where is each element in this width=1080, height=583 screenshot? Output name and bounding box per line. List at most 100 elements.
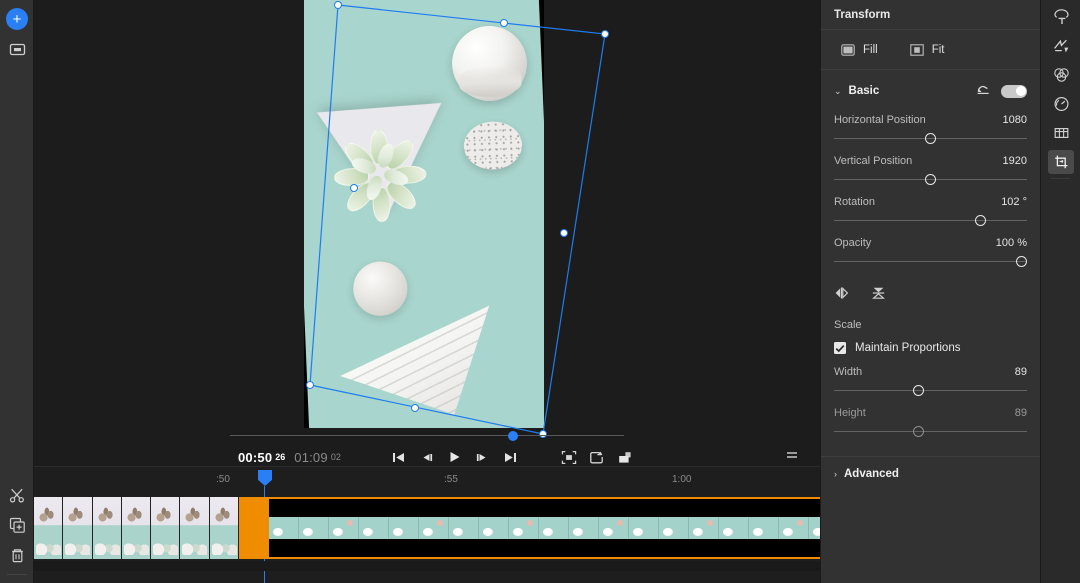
horizontal-position-control: Horizontal Position 1080 xyxy=(821,114,1040,147)
fullscreen-icon xyxy=(561,450,577,464)
speed-tool-button[interactable] xyxy=(1041,89,1080,118)
slider-knob[interactable] xyxy=(913,385,925,396)
handle-top-mid[interactable] xyxy=(500,19,508,27)
clip-thumbnail xyxy=(329,517,359,539)
playback-scrubber[interactable] xyxy=(34,428,820,444)
skip-to-start-button[interactable] xyxy=(385,446,413,468)
opacity-slider[interactable] xyxy=(834,254,1027,270)
export-button[interactable] xyxy=(583,446,611,468)
overflow-menu-button[interactable] xyxy=(784,447,800,466)
handle-bottom-mid[interactable] xyxy=(411,404,419,412)
media-browser-button[interactable] xyxy=(0,34,34,64)
handle-top-right[interactable] xyxy=(601,30,609,38)
slider-knob[interactable] xyxy=(1015,256,1027,267)
delete-clip-button[interactable] xyxy=(0,540,34,570)
opacity-control: Opacity 100 % xyxy=(821,237,1040,270)
title-tool-button[interactable] xyxy=(1041,2,1080,31)
timeline-clip-b-selected[interactable] xyxy=(239,497,849,559)
scrubber-track[interactable] xyxy=(230,435,624,436)
skip-to-end-button[interactable] xyxy=(497,446,525,468)
handle-mid-left[interactable] xyxy=(350,184,358,192)
rotation-slider[interactable] xyxy=(834,213,1027,229)
clip-thumbnail xyxy=(92,497,122,559)
duplicate-clip-button[interactable] xyxy=(0,510,34,540)
vertical-position-value: 1920 xyxy=(1002,155,1027,167)
slider-track xyxy=(834,261,1027,262)
reset-button[interactable] xyxy=(976,83,991,99)
height-label: Height xyxy=(834,407,866,419)
clip-thumbnail xyxy=(180,497,210,559)
slider-knob[interactable] xyxy=(925,174,936,185)
timeline-ruler[interactable]: :50 :55 1:00 xyxy=(34,467,820,496)
scale-section-label: Scale xyxy=(834,319,862,331)
audio-tool-button[interactable] xyxy=(1041,118,1080,147)
color-tool-button[interactable] xyxy=(1041,60,1080,89)
reset-arrow-icon xyxy=(977,85,989,94)
timecode-total: 01:09 xyxy=(294,449,328,465)
slider-knob[interactable] xyxy=(913,426,925,437)
fit-button[interactable]: Fit xyxy=(909,44,944,56)
add-media-button[interactable]: + xyxy=(0,4,34,34)
fill-icon xyxy=(841,43,855,56)
split-clip-button[interactable] xyxy=(0,480,34,510)
basic-enable-toggle[interactable] xyxy=(1001,84,1027,98)
ruler-tick-label: 1:00 xyxy=(672,474,692,485)
clip-thumbnail xyxy=(121,497,152,559)
width-value: 89 xyxy=(1014,366,1027,378)
transitions-tool-button[interactable] xyxy=(1041,31,1080,60)
clip-thumbnail xyxy=(299,517,329,539)
height-control: Height 89 xyxy=(821,407,1040,440)
clip-thumbnail xyxy=(209,497,239,559)
handle-mid-right[interactable] xyxy=(560,229,568,237)
fill-button[interactable]: Fill xyxy=(841,44,878,56)
chevron-down-icon: ⌄ xyxy=(834,85,842,96)
transform-tool-button[interactable] xyxy=(1048,150,1074,174)
step-back-button[interactable] xyxy=(413,446,441,468)
advanced-section-label: Advanced xyxy=(844,468,899,480)
scrubber-knob[interactable] xyxy=(508,431,518,441)
height-slider[interactable] xyxy=(834,424,1027,440)
clip-thumbnail xyxy=(509,517,539,539)
video-editor-window: + 00:50 26 01:09 02:50:55 1:00 Transfo… xyxy=(0,0,1080,583)
handle-top-left[interactable] xyxy=(334,1,342,9)
clip-trim-handle-left[interactable] xyxy=(241,499,269,557)
panel-title: Transform xyxy=(821,0,1040,30)
media-box-icon xyxy=(9,43,25,55)
left-rail-bottom-group xyxy=(0,480,34,575)
clip-thumbnail xyxy=(151,497,181,559)
play-button[interactable] xyxy=(441,446,469,468)
maintain-proportions-checkbox[interactable]: Maintain Proportions xyxy=(821,342,1040,354)
flip-horizontal-button[interactable] xyxy=(834,286,849,303)
slider-track xyxy=(834,431,1027,432)
step-forward-button[interactable] xyxy=(469,446,497,468)
vertical-position-slider[interactable] xyxy=(834,172,1027,188)
slider-knob[interactable] xyxy=(975,215,987,226)
transport-right-controls xyxy=(555,446,639,468)
playhead-handle[interactable] xyxy=(258,470,272,486)
left-rail-top-group: + xyxy=(0,0,33,64)
video-preview-area[interactable] xyxy=(34,0,820,465)
vertical-position-control: Vertical Position 1920 xyxy=(821,155,1040,188)
skip-start-icon xyxy=(393,452,405,462)
width-slider[interactable] xyxy=(834,383,1027,399)
advanced-section-header[interactable]: › Advanced xyxy=(821,457,1040,491)
clip-thumbnail xyxy=(719,517,749,539)
handle-bottom-left[interactable] xyxy=(306,381,314,389)
step-back-icon xyxy=(423,453,433,461)
basic-section-label: Basic xyxy=(848,85,880,97)
fullscreen-button[interactable] xyxy=(555,446,583,468)
clip-thumbnail xyxy=(599,517,629,539)
slider-knob[interactable] xyxy=(925,133,936,144)
timeline-clip-a[interactable] xyxy=(34,497,239,559)
clip-thumbnail xyxy=(63,497,93,559)
clip-thumbnail xyxy=(749,517,779,539)
timeline-tracks[interactable] xyxy=(34,496,849,583)
quality-button[interactable] xyxy=(611,446,639,468)
timeline-panel[interactable]: :50 :55 1:00 xyxy=(34,466,849,583)
horizontal-position-slider[interactable] xyxy=(834,131,1027,147)
video-frame xyxy=(304,0,544,428)
basic-section-header[interactable]: ⌄ Basic xyxy=(821,76,1040,106)
prop-ridged-triangle xyxy=(337,299,493,420)
audio-grid-icon xyxy=(1054,127,1068,138)
flip-vertical-button[interactable] xyxy=(871,286,886,303)
